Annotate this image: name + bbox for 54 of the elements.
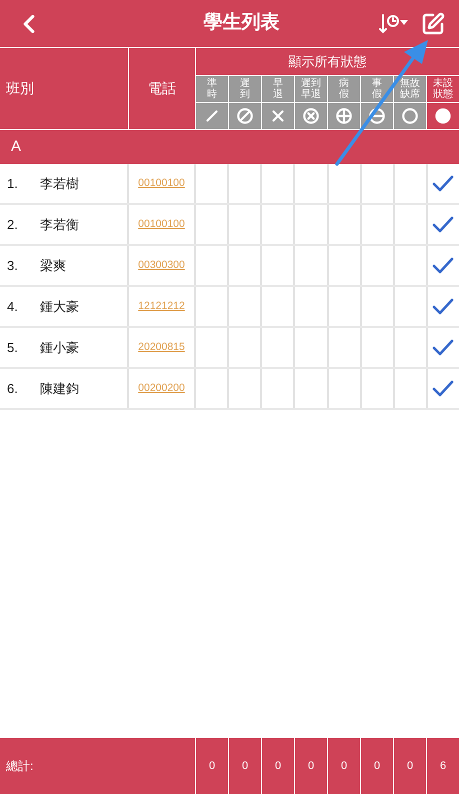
row-number: 2. xyxy=(6,216,19,234)
phone-link[interactable]: 12121212 xyxy=(138,298,185,314)
phone-link[interactable]: 00300300 xyxy=(138,258,185,274)
total-count: 0 xyxy=(406,758,414,774)
check-icon xyxy=(432,380,454,398)
group-header: A xyxy=(0,130,459,164)
total-count: 0 xyxy=(208,758,216,774)
total-count: 6 xyxy=(440,758,446,774)
check-icon xyxy=(432,216,454,234)
status-header[interactable]: 事假 xyxy=(361,76,393,103)
status-header[interactable]: 準時 xyxy=(196,76,228,103)
circle-plus-icon xyxy=(335,107,353,125)
phone-link[interactable]: 20200815 xyxy=(138,340,185,356)
row-number: 4. xyxy=(6,298,19,316)
edit-icon xyxy=(421,12,445,36)
circle-slash-icon xyxy=(236,107,254,125)
student-name: 李若樹 xyxy=(40,174,79,193)
status-header[interactable]: 遲到早退 xyxy=(295,76,327,103)
column-header: 班別 xyxy=(0,48,129,129)
phone-link[interactable]: 00100100 xyxy=(138,176,185,192)
status-header[interactable]: 病假 xyxy=(328,76,360,103)
student-name: 梁爽 xyxy=(40,256,66,275)
edit-button[interactable] xyxy=(421,12,445,36)
student-name: 鍾大豪 xyxy=(40,298,79,316)
total-count: 0 xyxy=(340,758,348,774)
student-name: 陳建鈞 xyxy=(40,380,79,398)
row-number: 5. xyxy=(6,338,19,357)
status-header[interactable]: 遲到 xyxy=(229,76,261,103)
circle-minus-icon xyxy=(368,107,386,125)
circle-cross-icon xyxy=(302,107,320,125)
filled-circle-icon xyxy=(434,107,452,125)
status-header[interactable]: 未設狀態 xyxy=(427,76,459,103)
total-count: 0 xyxy=(374,758,380,774)
total-label: 總計: xyxy=(0,738,196,794)
student-name: 李若衡 xyxy=(40,216,79,234)
phone-link[interactable]: 00200200 xyxy=(138,380,185,396)
status-header[interactable]: 無故缺席 xyxy=(394,76,426,103)
check-icon xyxy=(432,174,454,192)
row-number: 6. xyxy=(6,380,19,398)
circle-icon xyxy=(401,107,419,125)
row-number: 1. xyxy=(6,174,19,193)
sort-clock-icon xyxy=(379,12,409,34)
total-count: 0 xyxy=(242,758,248,774)
row-number: 3. xyxy=(6,256,19,275)
status-header[interactable]: 早退 xyxy=(262,76,294,103)
phone-link[interactable]: 00100100 xyxy=(138,216,185,232)
total-count: 0 xyxy=(274,758,282,774)
check-icon xyxy=(432,338,454,356)
student-name: 鍾小豪 xyxy=(40,338,79,357)
check-icon xyxy=(432,256,454,274)
sort-button[interactable] xyxy=(379,12,409,34)
check-icon xyxy=(432,298,454,316)
total-count: 0 xyxy=(308,758,314,774)
page-title: 學生列表 xyxy=(202,11,280,36)
